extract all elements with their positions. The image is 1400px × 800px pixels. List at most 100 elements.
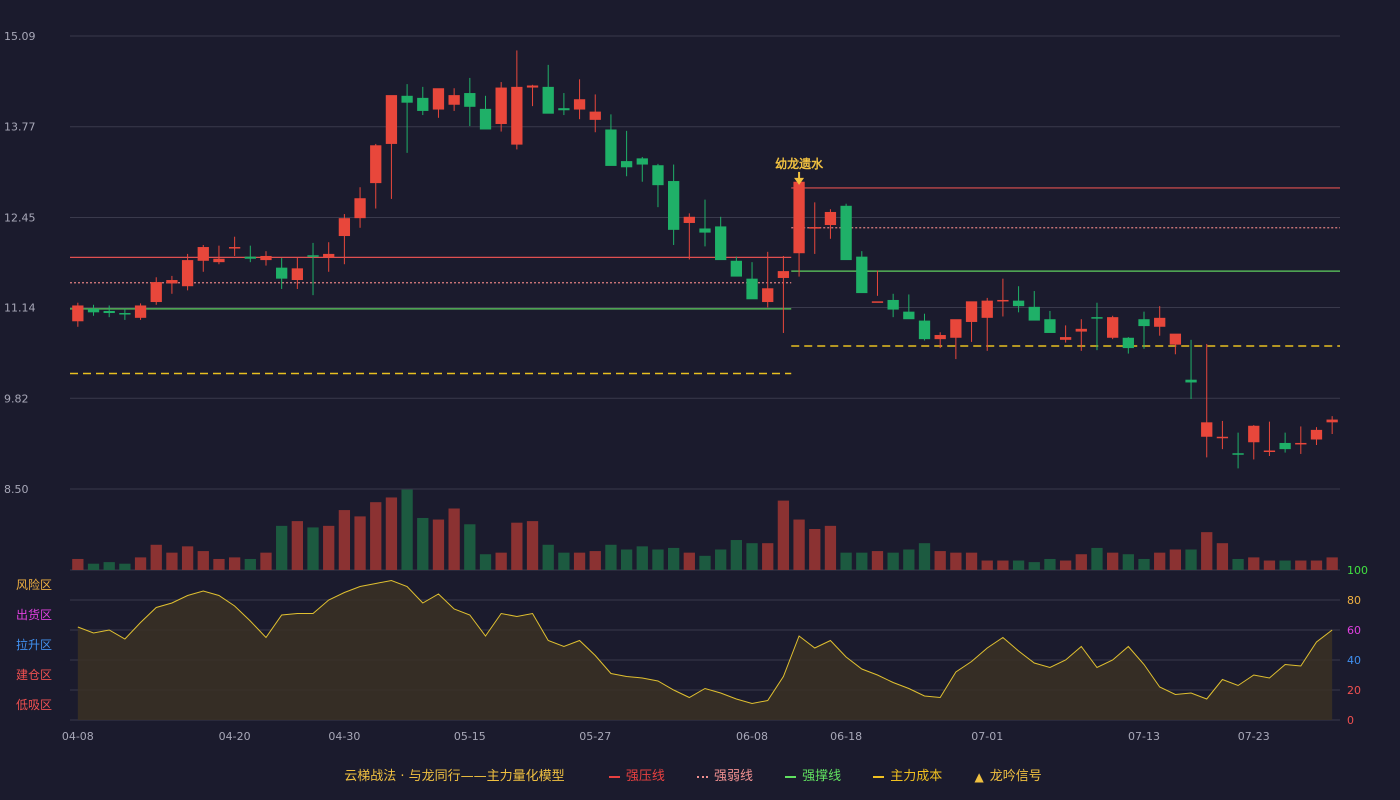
candle-body — [1091, 317, 1103, 319]
candle-body — [417, 97, 429, 111]
signal-annotation: 幼龙遗水 — [775, 156, 824, 185]
volume-bar — [87, 563, 100, 570]
candle-body — [244, 256, 256, 259]
candle-body — [1059, 337, 1072, 340]
legend-item-strong-support[interactable]: 强撑线 — [785, 769, 841, 784]
volume-bar — [981, 560, 993, 570]
volume-bar — [558, 552, 570, 570]
candle-body — [166, 280, 178, 284]
grid-lines — [70, 35, 1340, 721]
x-tick-label: 04-30 — [328, 730, 360, 743]
candle-body — [213, 258, 225, 263]
oscillator-tick-label: 0 — [1347, 714, 1354, 727]
legend-line-icon — [608, 775, 620, 778]
candle-body — [1216, 436, 1229, 439]
candle-body — [526, 85, 539, 88]
candle-body — [1295, 442, 1307, 445]
oscillator-zone-label: 风险区 — [16, 577, 52, 592]
candle-body — [432, 88, 445, 110]
candle-body — [746, 278, 758, 300]
x-tick-label: 04-20 — [219, 730, 251, 743]
volume-bar — [495, 552, 507, 570]
legend-label: 强弱线 — [713, 769, 753, 784]
oscillator-tick-label: 100 — [1347, 564, 1368, 577]
volume-bar — [997, 560, 1009, 570]
oscillator-zone-label: 拉升区 — [16, 637, 52, 652]
volume-bar — [464, 524, 476, 570]
price-candles — [72, 50, 1338, 469]
volume-bars — [72, 489, 1338, 570]
candle-body — [260, 255, 272, 261]
candle-body — [1326, 419, 1338, 423]
candle-body — [605, 129, 617, 166]
volume-bar — [1012, 560, 1025, 570]
oscillator-tick-label: 60 — [1347, 624, 1361, 637]
candle-body — [887, 299, 899, 310]
candle-body — [103, 310, 115, 314]
volume-bar — [511, 522, 523, 570]
oscillator-zone-label: 建仓区 — [16, 668, 52, 682]
volume-bar — [683, 552, 695, 570]
price-tick-label: 8.50 — [4, 483, 29, 496]
volume-bar — [1154, 552, 1166, 570]
candle-body — [1169, 333, 1182, 345]
volume-bar — [777, 500, 790, 570]
chart-legend: 云梯战法 · 与龙同行——主力量化模型 强压线 强弱线 强撑线 主力成本 ▲ 龙吟… — [0, 765, 1400, 784]
candle-body — [134, 305, 147, 318]
candle-body — [1185, 379, 1197, 383]
x-tick-label: 05-27 — [579, 730, 611, 743]
oscillator-tick-label: 40 — [1347, 654, 1361, 667]
candle-body — [1232, 453, 1244, 455]
candle-body — [87, 308, 100, 313]
candle-body — [730, 260, 743, 277]
volume-bar — [1279, 560, 1291, 570]
x-tick-label: 07-23 — [1238, 730, 1270, 743]
legend-item-dragon-signal[interactable]: ▲ 龙吟信号 — [974, 769, 1041, 784]
candle-body — [119, 313, 131, 315]
volume-bar — [401, 489, 413, 570]
legend-label: 强撑线 — [802, 769, 842, 784]
legend-item-main-cost[interactable]: 主力成本 — [873, 769, 942, 784]
volume-bar — [166, 552, 178, 570]
candle-body — [511, 86, 523, 145]
volume-bar — [1091, 547, 1103, 570]
volume-bar — [1107, 552, 1119, 570]
candle-body — [1310, 429, 1323, 440]
oscillator-zone-label: 低吸区 — [16, 698, 52, 712]
candle-body — [871, 301, 884, 303]
legend-item-strong-pressure[interactable]: 强压线 — [608, 769, 665, 784]
candle-body — [934, 335, 946, 340]
candle-body — [793, 181, 805, 254]
volume-bar — [119, 563, 131, 570]
candle-body — [1263, 450, 1276, 453]
volume-bar — [181, 546, 194, 570]
candle-body — [307, 255, 319, 257]
price-tick-label: 9.82 — [4, 392, 29, 405]
volume-bar — [370, 502, 382, 570]
volume-bar — [573, 552, 586, 570]
legend-description: 云梯战法 · 与龙同行——主力量化模型 — [344, 769, 565, 784]
candle-body — [1075, 328, 1087, 332]
legend-item-strength-line[interactable]: 强弱线 — [696, 769, 753, 784]
candle-body — [464, 93, 476, 107]
volume-bar — [417, 517, 429, 570]
x-tick-label: 06-08 — [736, 730, 768, 743]
candle-body — [918, 320, 931, 340]
volume-bar — [1216, 543, 1229, 570]
x-tick-label: 07-13 — [1128, 730, 1160, 743]
volume-bar — [526, 521, 539, 570]
candle-body — [981, 300, 993, 318]
candle-body — [699, 228, 711, 233]
triangle-icon: ▲ — [974, 769, 984, 784]
volume-bar — [354, 516, 366, 570]
legend-label: 龙吟信号 — [989, 769, 1042, 784]
volume-bar — [730, 540, 743, 570]
legend-label: 主力成本 — [890, 769, 943, 784]
volume-bar — [699, 555, 711, 570]
candle-body — [448, 95, 460, 105]
candlestick-chart: 8.50 9.82 11.14 12.45 13.77 15.09 0 20 40 60 80 100… — [4, 30, 1368, 743]
volume-bar — [228, 557, 241, 570]
volume-bar — [824, 525, 837, 570]
oscillator-panel — [77, 579, 1333, 720]
candle-body — [777, 271, 790, 278]
